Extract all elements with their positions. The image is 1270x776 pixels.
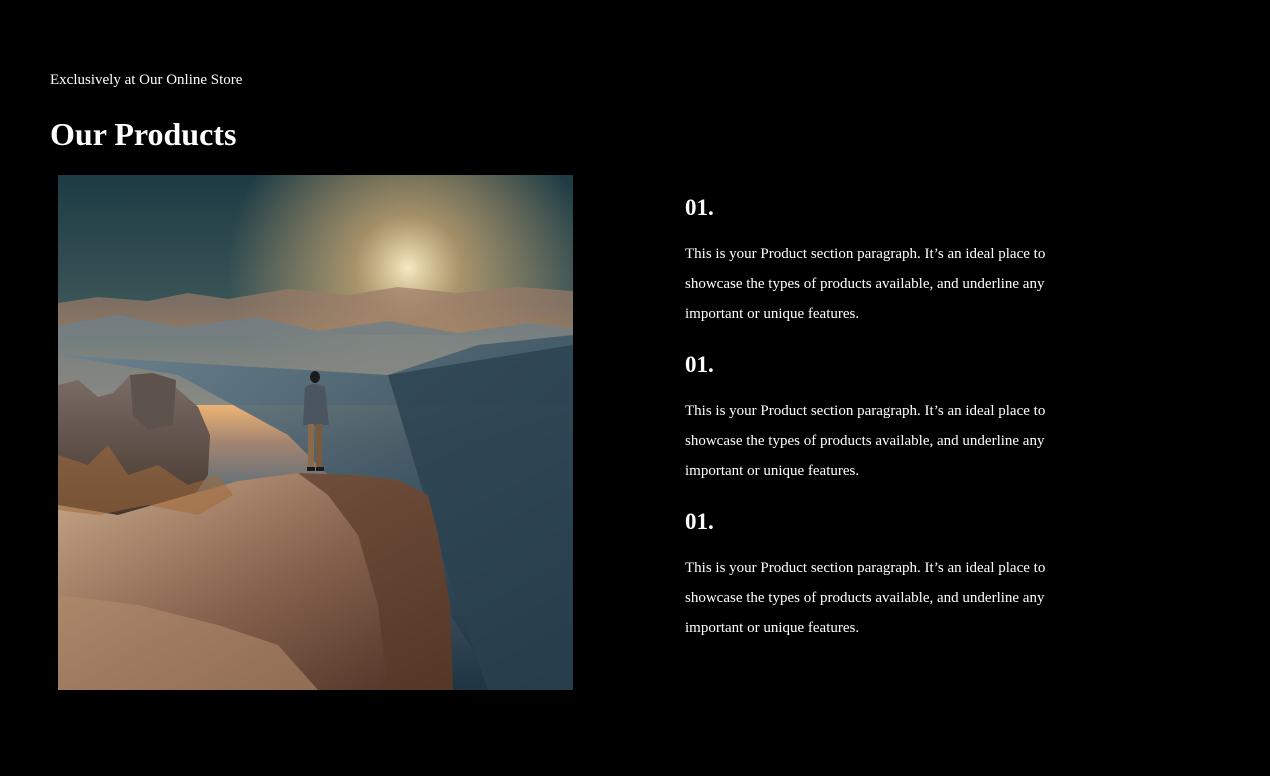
product-description: This is your Product section paragraph. … bbox=[685, 560, 1046, 636]
product-item: 01. This is your Product section paragra… bbox=[685, 193, 1055, 350]
product-number: 01. bbox=[685, 195, 714, 220]
page-title: Our Products bbox=[50, 116, 237, 152]
product-number: 01. bbox=[685, 509, 714, 534]
product-number: 01. bbox=[685, 352, 714, 377]
section-eyebrow: Exclusively at Our Online Store bbox=[50, 72, 243, 88]
product-description: This is your Product section paragraph. … bbox=[685, 403, 1046, 479]
product-hero-image bbox=[58, 175, 573, 690]
product-item: 01. This is your Product section paragra… bbox=[685, 350, 1055, 507]
product-list: 01. This is your Product section paragra… bbox=[685, 193, 1055, 664]
product-description: This is your Product section paragraph. … bbox=[685, 246, 1046, 322]
product-item: 01. This is your Product section paragra… bbox=[685, 507, 1055, 664]
